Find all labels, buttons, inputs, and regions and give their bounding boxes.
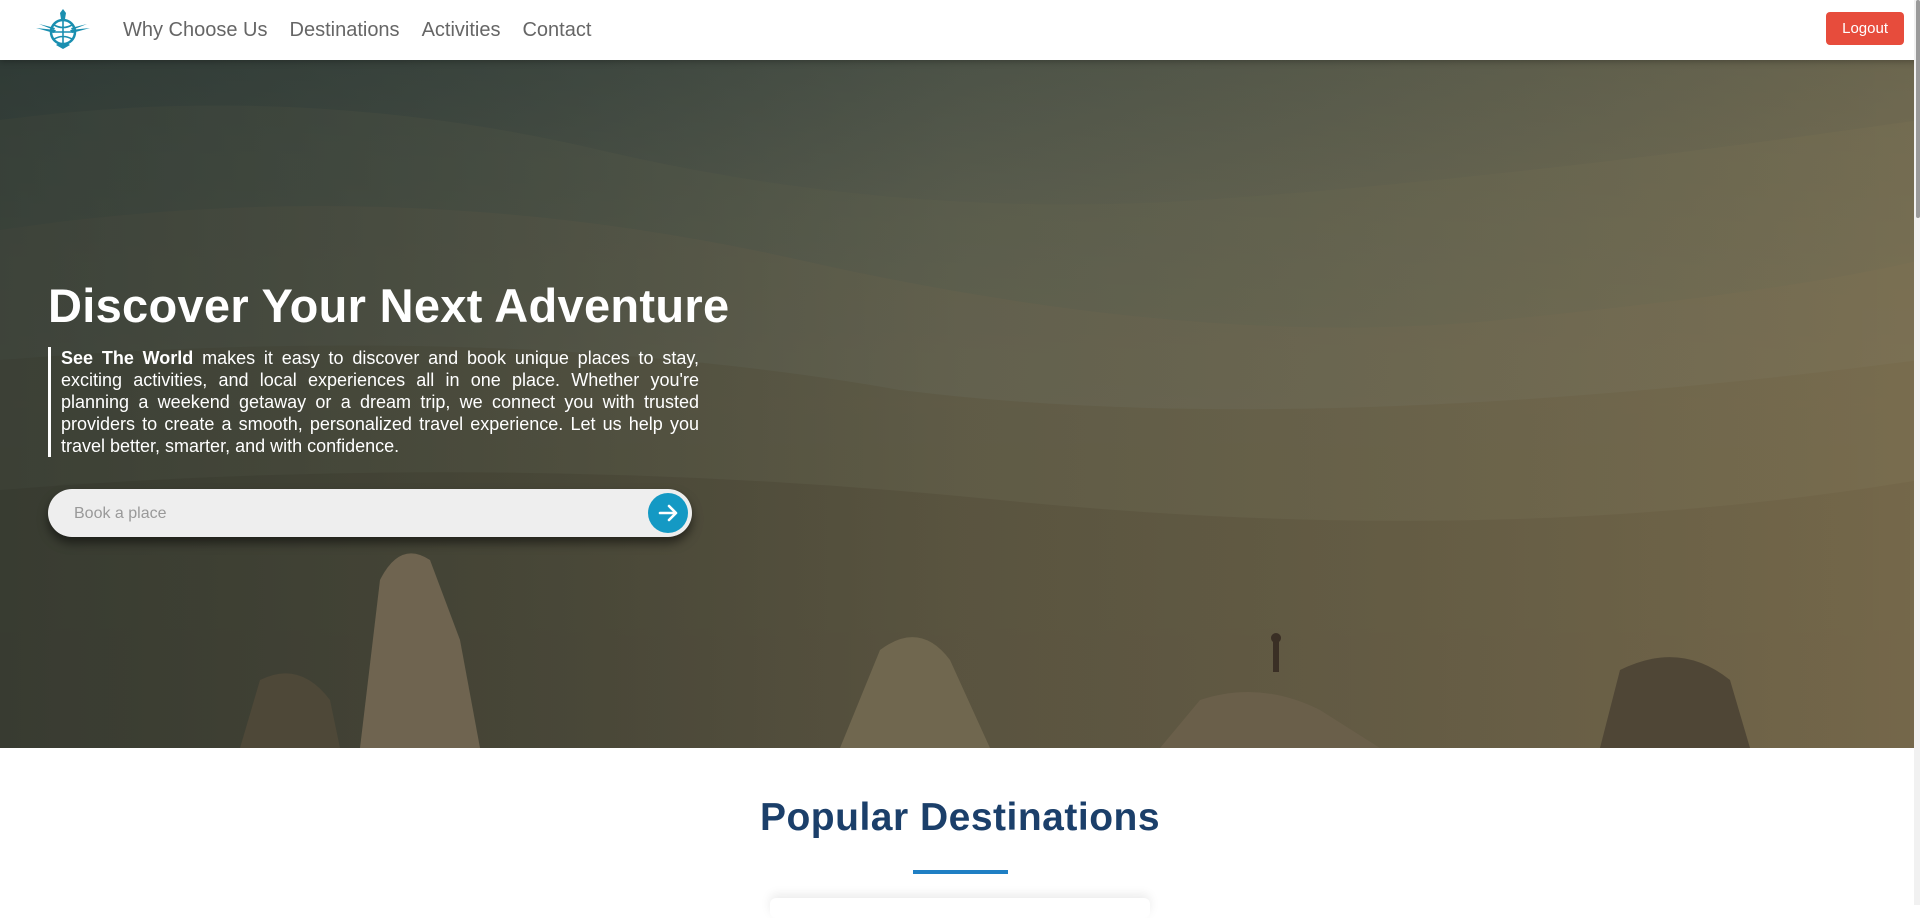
- hero-title: Discover Your Next Adventure: [48, 279, 730, 332]
- logout-button[interactable]: Logout: [1826, 12, 1904, 45]
- nav-link-contact[interactable]: Contact: [522, 19, 591, 42]
- search-bar: [48, 489, 692, 539]
- nav-links: Why Choose Us Destinations Activities Co…: [123, 0, 613, 60]
- arrow-right-icon: [658, 504, 678, 522]
- hero-description: See The World makes it easy to discover …: [48, 347, 699, 457]
- nav-link-why-choose-us[interactable]: Why Choose Us: [123, 19, 268, 42]
- search-input[interactable]: [72, 489, 616, 539]
- hero-description-brand: See The World: [61, 348, 194, 368]
- section-underline-divider: [913, 870, 1008, 874]
- nav-link-activities[interactable]: Activities: [422, 19, 501, 42]
- popular-destinations-title: Popular Destinations: [759, 796, 1161, 839]
- scrollbar-thumb[interactable]: [1916, 0, 1920, 218]
- hero-section: Discover Your Next Adventure See The Wor…: [0, 60, 1920, 748]
- destination-card[interactable]: [770, 898, 1150, 918]
- nav-link-destinations[interactable]: Destinations: [290, 19, 400, 42]
- navbar: Why Choose Us Destinations Activities Co…: [0, 0, 1920, 60]
- scrollbar[interactable]: [1914, 0, 1920, 905]
- globe-plane-logo-icon[interactable]: [34, 8, 92, 50]
- search-submit-button[interactable]: [648, 493, 688, 533]
